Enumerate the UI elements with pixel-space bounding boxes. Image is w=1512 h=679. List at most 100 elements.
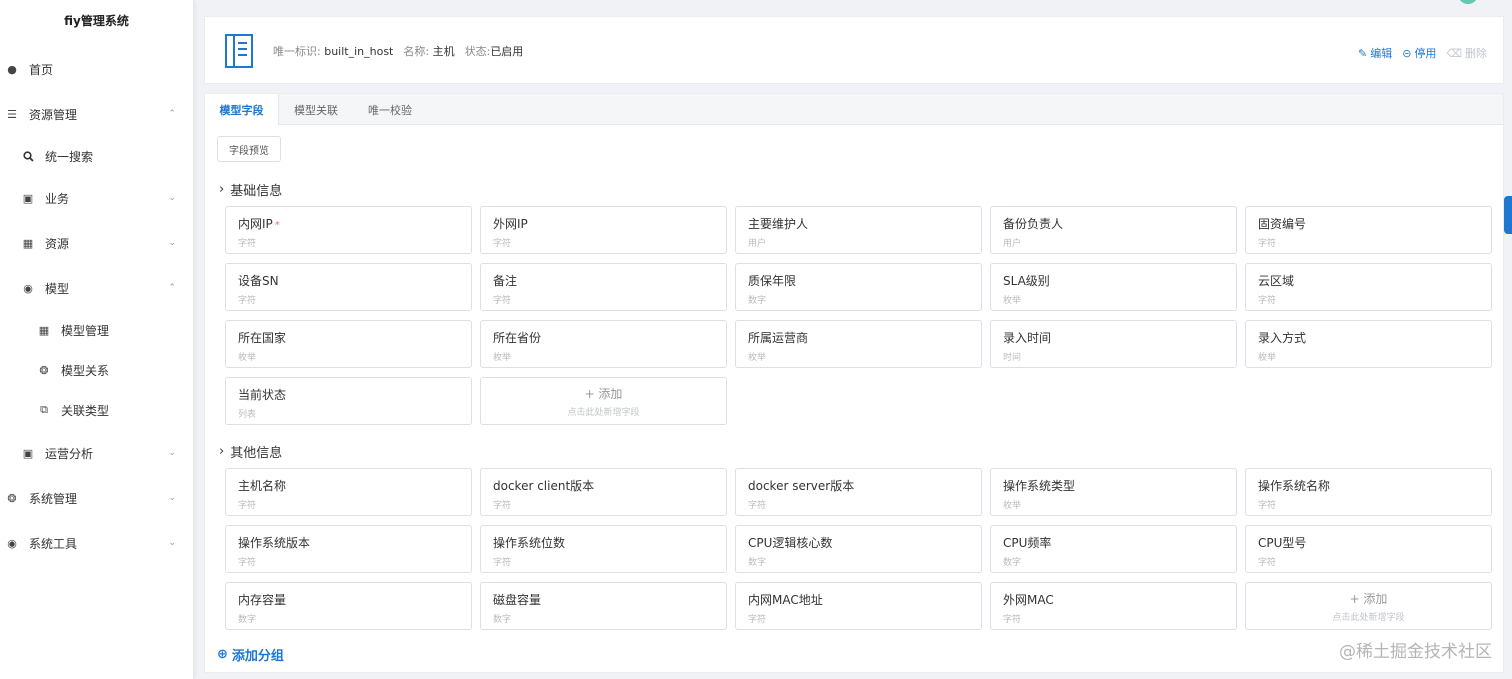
add-field-hint: 点击此处新增字段 xyxy=(567,408,640,418)
chevron-down-icon: ⌄ xyxy=(168,493,176,503)
group-title-other[interactable]: › 其他信息 xyxy=(219,442,282,461)
field-card[interactable]: SLA级别 枚举 xyxy=(990,263,1237,311)
sidebar-item-system-management[interactable]: ❂ 系统管理 ⌄ xyxy=(0,480,194,516)
sidebar-item-system-tools[interactable]: ◉ 系统工具 ⌄ xyxy=(0,525,194,561)
status-label: 状态: xyxy=(464,45,491,58)
field-type: 数字 xyxy=(238,615,257,625)
field-card[interactable]: 操作系统位数 字符 xyxy=(480,525,727,573)
field-card[interactable]: docker server版本 字符 xyxy=(735,468,982,516)
field-type: 字符 xyxy=(238,239,257,249)
field-card[interactable]: 备份负责人 用户 xyxy=(990,206,1237,254)
field-card[interactable]: 固资编号 字符 xyxy=(1245,206,1492,254)
delete-button[interactable]: ⌫ 删除 xyxy=(1446,45,1487,61)
field-name: 备注 xyxy=(493,272,714,289)
field-card[interactable]: 内存容量 数字 xyxy=(225,582,472,630)
field-name: 内网MAC地址 xyxy=(748,591,969,608)
field-type: 字符 xyxy=(1258,558,1277,568)
add-field-hint: 点击此处新增字段 xyxy=(1332,613,1405,623)
field-card[interactable]: CPU逻辑核心数数字 xyxy=(735,525,982,573)
field-card[interactable]: 录入方式 枚举 xyxy=(1245,320,1492,368)
field-name-text: 内网MAC地址 xyxy=(748,593,823,607)
scrollbar-handle[interactable] xyxy=(1504,196,1512,234)
field-type: 字符 xyxy=(493,558,512,568)
field-name-text: 备份负责人 xyxy=(1003,217,1064,231)
sidebar-item-relation-type[interactable]: ⧉ 关联类型 xyxy=(0,392,194,428)
field-name: 当前状态 xyxy=(238,386,459,403)
sidebar-item-unified-search[interactable]: 统一搜索 xyxy=(0,138,194,174)
field-card[interactable]: 备注 字符 xyxy=(480,263,727,311)
field-card[interactable]: 所在省份 枚举 xyxy=(480,320,727,368)
field-card[interactable]: 内网MAC地址 字符 xyxy=(735,582,982,630)
field-name: 固资编号 xyxy=(1258,215,1479,232)
field-type: 枚举 xyxy=(1003,296,1022,306)
sidebar-item-business[interactable]: ▣ 业务 ⌄ xyxy=(0,180,194,216)
resource-icon: ▦ xyxy=(22,236,34,250)
field-card[interactable]: 操作系统版本 字符 xyxy=(225,525,472,573)
field-type: 枚举 xyxy=(238,353,257,363)
tab-model-fields[interactable]: 模型字段 xyxy=(205,94,279,125)
field-card[interactable]: 内网IP * 字符 xyxy=(225,206,472,254)
add-field-button[interactable]: + 添加 点击此处新增字段 xyxy=(480,377,727,425)
field-type: 数字 xyxy=(748,558,767,568)
field-name-text: 操作系统版本 xyxy=(238,536,311,550)
sidebar-item-model-relation[interactable]: ❂ 模型关系 xyxy=(0,352,194,388)
field-name: 主机名称 xyxy=(238,477,459,494)
field-card[interactable]: 所在国家 枚举 xyxy=(225,320,472,368)
field-type: 枚举 xyxy=(493,353,512,363)
id-label: 唯一标识: xyxy=(273,45,321,58)
watermark: @稀土掘金技术社区 xyxy=(1339,642,1492,662)
field-name: docker server版本 xyxy=(748,477,969,494)
sidebar-item-resource[interactable]: ▦ 资源 ⌄ xyxy=(0,225,194,261)
user-avatar[interactable] xyxy=(1458,0,1478,4)
field-name-text: 质保年限 xyxy=(748,274,797,288)
header-actions: ✎ 编辑 ⊝ 停用 ⌫ 删除 xyxy=(1358,45,1487,61)
field-card[interactable]: 质保年限 数字 xyxy=(735,263,982,311)
field-type: 枚举 xyxy=(1258,353,1277,363)
field-card[interactable]: 所属运营商 枚举 xyxy=(735,320,982,368)
group-title-basic[interactable]: › 基础信息 xyxy=(219,180,282,199)
sidebar-item-home[interactable]: ● 首页 xyxy=(0,51,194,87)
field-name-text: 云区域 xyxy=(1258,274,1295,288)
field-card[interactable]: 云区域 字符 xyxy=(1245,263,1492,311)
field-card[interactable]: 外网MAC 字符 xyxy=(990,582,1237,630)
field-card[interactable]: 外网IP 字符 xyxy=(480,206,727,254)
tab-model-relations[interactable]: 模型关联 xyxy=(279,94,353,125)
sidebar-item-label: 统一搜索 xyxy=(45,149,94,164)
field-type: 数字 xyxy=(748,296,767,306)
field-name-text: CPU逻辑核心数 xyxy=(748,536,833,550)
field-name: 操作系统位数 xyxy=(493,534,714,551)
field-name: CPU型号 xyxy=(1258,534,1479,551)
field-card[interactable]: 录入时间 时间 xyxy=(990,320,1237,368)
field-card[interactable]: 操作系统名称 字符 xyxy=(1245,468,1492,516)
sidebar-item-model[interactable]: ◉ 模型 ⌃ xyxy=(0,270,194,306)
field-name-text: 所在省份 xyxy=(493,331,542,345)
add-field-button[interactable]: + 添加 点击此处新增字段 xyxy=(1245,582,1492,630)
field-card[interactable]: 设备SN 字符 xyxy=(225,263,472,311)
add-group-button[interactable]: ⊕ 添加分组 xyxy=(217,645,284,664)
sidebar-item-label: 运营分析 xyxy=(45,446,94,461)
tab-unique-check[interactable]: 唯一校验 xyxy=(353,94,427,125)
sidebar-item-model-management[interactable]: ▦ 模型管理 xyxy=(0,312,194,348)
edit-button[interactable]: ✎ 编辑 xyxy=(1358,45,1392,61)
field-card[interactable]: CPU频率 数字 xyxy=(990,525,1237,573)
field-card[interactable]: 操作系统类型 枚举 xyxy=(990,468,1237,516)
chevron-right-icon: › xyxy=(219,444,225,459)
sidebar-item-operation-analysis[interactable]: ▣ 运营分析 ⌄ xyxy=(0,435,194,471)
field-card[interactable]: 当前状态 列表 xyxy=(225,377,472,425)
field-name-text: 主机名称 xyxy=(238,479,287,493)
sidebar-item-label: 业务 xyxy=(45,191,70,206)
disable-button[interactable]: ⊝ 停用 xyxy=(1402,45,1436,61)
model-name: 名称: 主机 xyxy=(403,43,454,59)
field-card[interactable]: CPU型号字符 xyxy=(1245,525,1492,573)
chevron-right-icon: › xyxy=(219,182,225,197)
sidebar-item-resource-management[interactable]: ☰ 资源管理 ⌃ xyxy=(0,96,194,132)
field-type: 字符 xyxy=(238,296,257,306)
field-preview-button[interactable]: 字段预览 xyxy=(217,136,281,162)
field-card[interactable]: docker client版本 字符 xyxy=(480,468,727,516)
field-card[interactable]: 主要维护人 用户 xyxy=(735,206,982,254)
field-card[interactable]: 磁盘容量 数字 xyxy=(480,582,727,630)
field-card[interactable]: 主机名称 字符 xyxy=(225,468,472,516)
field-name: 操作系统类型 xyxy=(1003,477,1224,494)
monitor-icon: ▣ xyxy=(22,446,34,460)
name-label: 名称: xyxy=(403,45,430,58)
